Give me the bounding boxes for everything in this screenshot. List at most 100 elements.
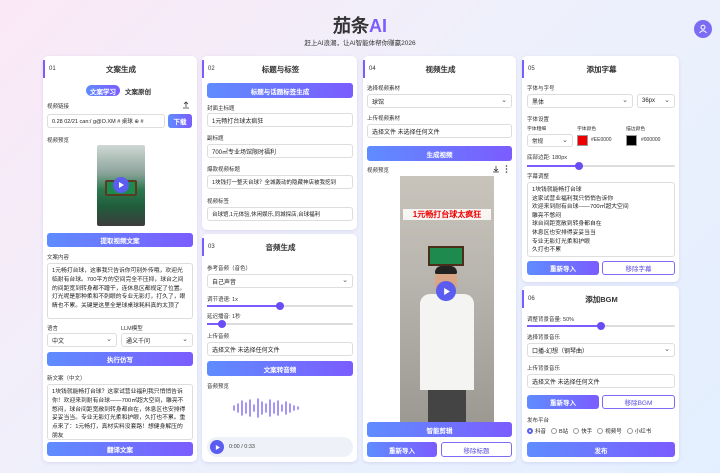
voice-label: 参考音频（音色） <box>207 266 252 272</box>
panel-header: 04 视频生成 <box>363 60 516 78</box>
speed-slider[interactable] <box>207 302 353 310</box>
text-to-audio-button[interactable]: 文案转音频 <box>207 361 353 376</box>
font-color-value: #EE0000 <box>591 137 612 143</box>
video-preview[interactable] <box>97 145 145 226</box>
generate-titles-button[interactable]: 标题与话题标签生成 <box>207 83 353 98</box>
upload-bgm-input[interactable]: 选择文件 未选择任何文件 <box>527 374 675 388</box>
audio-play-icon[interactable] <box>210 440 224 454</box>
tab-learn[interactable]: 文案学习 <box>86 85 120 96</box>
volume-label: 调整背景音量: 50% <box>527 317 575 323</box>
stroke-label: 描边颜色 <box>626 127 646 132</box>
video-overlay-title: 1元畅打台球太疯狂 <box>403 209 491 220</box>
smart-clip-button[interactable]: 智能剪辑 <box>367 422 512 437</box>
user-avatar-icon[interactable] <box>694 20 712 38</box>
panel-header: 01 文案生成 <box>43 60 197 78</box>
tags-input[interactable]: 台球馆,1元体验,休闲娱乐,同城探店,台球福利 <box>207 207 353 221</box>
extract-copy-button[interactable]: 提取视频文案 <box>47 233 193 247</box>
material-label: 选择视频素材 <box>367 86 401 92</box>
download-icon[interactable] <box>491 164 500 173</box>
voice-select[interactable]: 自己声音 <box>207 274 353 288</box>
hot-title-label: 爆款视频标题 <box>207 167 241 173</box>
platform-radio-group: 抖音 B站 快手 视频号 小红书 <box>527 426 677 436</box>
bgm-label: 选择背景音乐 <box>527 335 561 341</box>
stroke-color-swatch[interactable] <box>626 135 637 146</box>
subtitle-input[interactable]: 700㎡专业场馆限时福利 <box>207 144 353 158</box>
weight-select[interactable]: 常规 <box>527 134 573 147</box>
play-icon[interactable] <box>113 177 129 193</box>
translate-button[interactable]: 翻译文案 <box>47 442 193 456</box>
subtitle-reimport-button[interactable]: 重新导入 <box>527 261 599 275</box>
font-settings-label: 字体设置 <box>527 117 550 123</box>
remove-subtitle-button[interactable]: 移除字幕 <box>602 261 675 275</box>
panel-copywriting: 01 文案生成 文案学习 文案原创 视频链接 0.28 02/21 can:/ g… <box>43 56 197 462</box>
remove-bgm-button[interactable]: 移除BGM <box>602 395 675 409</box>
tags-label: 视频标签 <box>207 199 230 205</box>
volume-slider[interactable] <box>527 322 675 330</box>
model-select[interactable]: 通义千问 <box>121 333 193 347</box>
upload-icon[interactable] <box>181 100 191 110</box>
hot-title-input[interactable]: 1块钱打一整天台球？全城轰动的隐藏神店被我挖到 <box>207 175 353 189</box>
panel-subtitles: 05添加字幕 字体与字号 黑体 36px 字体设置 字体粗细 字体颜色 描边颜色… <box>522 56 679 282</box>
panel-header: 03 音频生成 <box>202 238 357 256</box>
panel-video: 04视频生成 选择视频素材 球馆 上传视频素材 选择文件 未选择任何文件 生成视… <box>363 56 516 462</box>
panel-header: 06 添加BGM <box>522 290 679 308</box>
remove-title-button[interactable]: 移除标题 <box>441 442 512 457</box>
delay-label: 延迟播音: 1秒 <box>207 314 241 320</box>
tab-original[interactable]: 文案原创 <box>121 85 155 96</box>
publish-button[interactable]: 发布 <box>527 442 675 457</box>
page-subtitle: 赶上AI浪潮，让AI智能体帮你赚赢2026 <box>304 40 416 47</box>
radio-kuaishou[interactable]: 快手 <box>573 427 592 435</box>
content-textarea[interactable]: 1元畅打台球，这事我只告诉你可别外传哦，欢迎光临耐有台球。700平方的空间完全不… <box>47 263 193 319</box>
cover-title-input[interactable]: 1元畅打台球太疯狂 <box>207 113 353 127</box>
cover-title-label: 封面主标题 <box>207 106 235 112</box>
audio-player: 0:00 / 0:33 <box>207 437 353 457</box>
audio-time: 0:00 / 0:33 <box>229 444 255 450</box>
stroke-color-value: #000000 <box>641 137 661 143</box>
download-button[interactable]: 下载 <box>168 114 192 128</box>
audio-preview-label: 音频预览 <box>207 384 230 390</box>
content-label: 文案内容 <box>47 255 70 261</box>
video-preview-player[interactable]: 1元畅打台球太疯狂 <box>400 176 494 422</box>
weight-label: 字体粗细 <box>527 127 547 132</box>
video-link-input[interactable]: 0.28 02/21 can:/ g@O.XM # 桌球 ⊕ # <box>47 114 165 128</box>
panel-titles-tags: 02 标题与标签 标题与话题标签生成 封面主标题 1元畅打台球太疯狂 副标题 70… <box>202 56 357 230</box>
result-textarea[interactable]: 1块钱就能畅打台球？这家试营业福利我只悄悄告诉你！欢迎来到耐有台球——700㎡超… <box>47 384 193 440</box>
material-select[interactable]: 球馆 <box>367 94 512 108</box>
reimport-button[interactable]: 重新导入 <box>367 442 437 457</box>
generate-video-button[interactable]: 生成视频 <box>367 146 512 161</box>
link-label: 视频链接 <box>47 104 70 110</box>
upload-audio-label: 上传音频 <box>207 334 230 340</box>
preview-label: 视频预览 <box>47 138 70 144</box>
bgm-select[interactable]: 口播-幻想（钢琴曲） <box>527 343 675 357</box>
rewrite-button[interactable]: 执行仿写 <box>47 352 193 366</box>
bgm-reimport-button[interactable]: 重新导入 <box>527 395 599 409</box>
panel-header: 02 标题与标签 <box>202 60 357 78</box>
video-play-icon[interactable] <box>436 281 456 301</box>
bottom-margin-slider[interactable] <box>527 162 675 170</box>
language-select[interactable]: 中文 <box>47 333 117 347</box>
font-label: 字体与字号 <box>527 86 555 92</box>
more-icon[interactable] <box>502 164 511 173</box>
font-color-swatch[interactable] <box>577 135 588 146</box>
upload-audio-input[interactable]: 选择文件 未选择任何文件 <box>207 342 353 356</box>
result-label: 新文案（中文） <box>47 376 86 382</box>
upload-bgm-label: 上传背景音乐 <box>527 366 561 372</box>
delay-slider[interactable] <box>207 320 353 328</box>
font-size-select[interactable]: 36px <box>637 94 675 108</box>
radio-xiaohongshu[interactable]: 小红书 <box>626 427 651 435</box>
font-select[interactable]: 黑体 <box>527 94 633 108</box>
subtitle-label: 副标题 <box>207 136 224 142</box>
upload-material-input[interactable]: 选择文件 未选择任何文件 <box>367 124 512 138</box>
subtitle-textarea[interactable]: 1块钱就能畅打台球 这家试营业福利我只悄悄告诉你 欢迎来到耐有台球——700㎡超… <box>527 182 675 257</box>
bottom-margin-label: 底部边距: 180px <box>527 155 568 161</box>
subtitle-adjust-label: 字幕调整 <box>527 174 550 180</box>
video-preview-label: 视频预览 <box>367 168 390 174</box>
panel-bgm: 06添加BGM 调整背景音量: 50% 选择背景音乐 口播-幻想（钢琴曲） 上传… <box>522 286 679 462</box>
audio-waveform <box>232 397 302 419</box>
model-label: LLM模型 <box>121 326 143 332</box>
panel-header: 05 添加字幕 <box>522 60 679 78</box>
radio-douyin[interactable]: 抖音 <box>527 427 546 435</box>
page-title: 茄条AI <box>333 16 387 36</box>
radio-shipinhao[interactable]: 视频号 <box>597 427 622 435</box>
radio-bilibili[interactable]: B站 <box>551 427 568 435</box>
